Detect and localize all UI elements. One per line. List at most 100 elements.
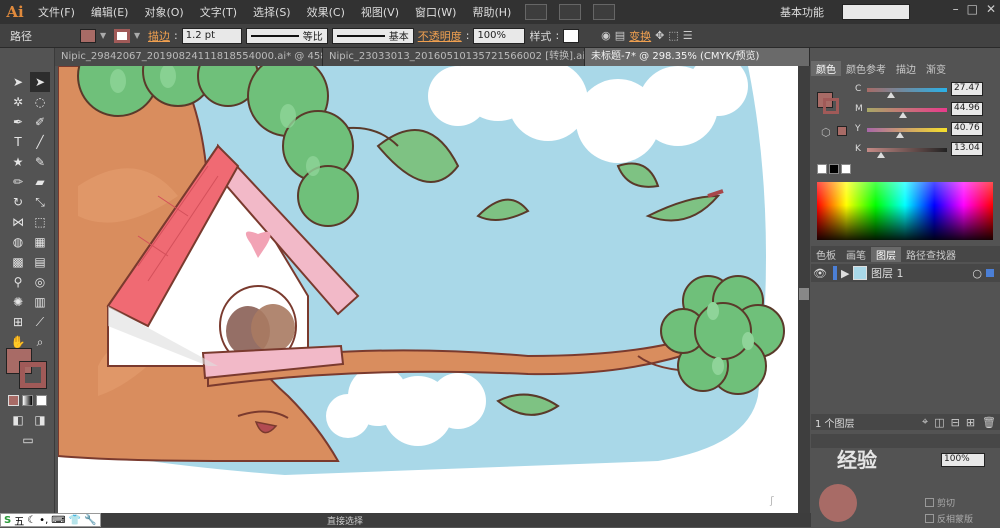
stroke-swatch[interactable] bbox=[114, 28, 130, 43]
black-swatch[interactable] bbox=[829, 164, 839, 174]
chevron-down-icon[interactable]: ▼ bbox=[100, 31, 110, 40]
clip-checkbox[interactable] bbox=[925, 498, 934, 507]
tab-pathfinder[interactable]: 路径查找器 bbox=[901, 247, 961, 262]
channel-m-field[interactable]: 44.96 bbox=[951, 102, 983, 116]
brush-definition[interactable]: 基本 bbox=[331, 27, 414, 44]
blend-tool-icon[interactable]: ◎ bbox=[30, 272, 50, 292]
tab-swatches[interactable]: 色板 bbox=[811, 247, 841, 262]
align-icon[interactable]: ▤ bbox=[615, 29, 625, 42]
recolor-icon[interactable]: ◉ bbox=[601, 29, 611, 42]
minimize-icon[interactable]: – bbox=[953, 2, 959, 16]
skin-icon[interactable]: 👕 bbox=[69, 515, 81, 526]
gradient-mode-button[interactable] bbox=[22, 395, 33, 406]
graph-tool-icon[interactable]: ▥ bbox=[30, 292, 50, 312]
settings-icon[interactable]: 🔧 bbox=[84, 515, 96, 526]
perspective-grid-icon[interactable]: ▦ bbox=[30, 232, 50, 252]
channel-c-track[interactable] bbox=[867, 88, 947, 92]
punctuation-icon[interactable]: •, bbox=[39, 515, 48, 526]
lasso-icon[interactable]: ◌ bbox=[30, 92, 50, 112]
paintbrush-icon[interactable]: ✎ bbox=[30, 152, 50, 172]
tab-layers[interactable]: 图层 bbox=[871, 246, 901, 262]
menu-window[interactable]: 窗口(W) bbox=[407, 4, 464, 20]
menu-edit[interactable]: 编辑(E) bbox=[83, 4, 137, 20]
scale-tool-icon[interactable]: ⤡ bbox=[30, 192, 50, 212]
gamut-swatch[interactable] bbox=[837, 126, 847, 136]
draw-mode-icon[interactable]: ◧ bbox=[8, 410, 28, 430]
none-mode-button[interactable] bbox=[36, 395, 47, 406]
artboard-canvas[interactable]: ʃ bbox=[58, 66, 798, 513]
star-tool-icon[interactable]: ★ bbox=[8, 152, 28, 172]
selection-options-icon[interactable]: ⬚ bbox=[668, 29, 678, 42]
tab-gradient[interactable]: 渐变 bbox=[921, 61, 951, 76]
selection-tool-icon[interactable]: ➤ bbox=[8, 72, 28, 92]
maximize-icon[interactable]: □ bbox=[967, 2, 978, 16]
vertical-scrollbar[interactable] bbox=[798, 66, 810, 513]
eyedropper-icon[interactable]: ⚲ bbox=[8, 272, 28, 292]
color-spectrum[interactable] bbox=[817, 182, 993, 240]
tab-document-3[interactable]: 未标题-7* @ 298.35% (CMYK/预览) bbox=[585, 48, 810, 66]
ime-mode-label[interactable]: 五 bbox=[14, 513, 24, 528]
opacity-field[interactable]: 100% bbox=[473, 27, 526, 44]
menu-view[interactable]: 视图(V) bbox=[353, 4, 407, 20]
close-icon[interactable]: ✕ bbox=[986, 2, 996, 16]
tab-document-2[interactable]: Nipic_23033013_20160510135721566002 [转换]… bbox=[323, 48, 585, 66]
channel-m-thumb[interactable] bbox=[899, 112, 907, 118]
pencil-icon[interactable]: ✏ bbox=[8, 172, 28, 192]
keyboard-icon[interactable]: ⌨ bbox=[51, 515, 65, 526]
gpu-performance-icon[interactable] bbox=[593, 4, 616, 20]
channel-k-thumb[interactable] bbox=[877, 152, 885, 158]
ime-logo-icon[interactable]: S bbox=[4, 515, 11, 526]
menu-select[interactable]: 选择(S) bbox=[245, 4, 299, 20]
type-tool-icon[interactable]: T bbox=[8, 132, 28, 152]
magic-wand-icon[interactable]: ✲ bbox=[8, 92, 28, 112]
variable-width-profile[interactable]: 等比 bbox=[245, 27, 328, 44]
delete-layer-icon[interactable]: 🗑 bbox=[982, 416, 996, 429]
transform-link[interactable]: 变换 bbox=[629, 28, 651, 44]
screen-mode-icon[interactable]: ▭ bbox=[18, 430, 38, 450]
stroke-weight-field[interactable]: 1.2 pt bbox=[181, 27, 242, 44]
workspace-switcher[interactable]: 基本功能 bbox=[780, 4, 824, 20]
invert-mask-checkbox[interactable] bbox=[925, 514, 934, 523]
channel-c-field[interactable]: 27.47 bbox=[951, 82, 983, 96]
tab-document-1[interactable]: Nipic_29842067_20190824111818554000.ai* … bbox=[55, 48, 323, 66]
isolate-icon[interactable]: ✥ bbox=[655, 29, 664, 42]
transparency-opacity-field[interactable]: 100% bbox=[941, 453, 985, 467]
opacity-label[interactable]: 不透明度 bbox=[418, 28, 462, 44]
draw-behind-icon[interactable]: ◨ bbox=[30, 410, 50, 430]
menu-effect[interactable]: 效果(C) bbox=[299, 4, 353, 20]
slice-tool-icon[interactable]: ⟋ bbox=[30, 312, 50, 332]
new-sublayer-icon[interactable]: ⊟ bbox=[951, 416, 960, 429]
tab-stroke[interactable]: 描边 bbox=[891, 61, 921, 76]
channel-y-thumb[interactable] bbox=[896, 132, 904, 138]
locate-object-icon[interactable]: ⌖ bbox=[922, 415, 928, 429]
pen-tool-icon[interactable]: ✒ bbox=[8, 112, 28, 132]
line-tool-icon[interactable]: ╱ bbox=[30, 132, 50, 152]
bridge-icon[interactable] bbox=[525, 4, 548, 20]
stroke-color-box[interactable] bbox=[19, 361, 47, 389]
tab-color[interactable]: 颜色 bbox=[811, 60, 841, 76]
new-layer-icon[interactable]: ⊞ bbox=[966, 416, 975, 429]
layer-row[interactable]: 👁 ▶ 图层 1 ○ bbox=[811, 264, 1000, 282]
graphic-style-swatch[interactable] bbox=[563, 28, 580, 43]
tab-color-guide[interactable]: 颜色参考 bbox=[841, 61, 891, 76]
scroll-thumb[interactable] bbox=[799, 288, 809, 300]
mesh-tool-icon[interactable]: ▩ bbox=[8, 252, 28, 272]
channel-y-field[interactable]: 40.76 bbox=[951, 122, 983, 136]
arrange-documents-icon[interactable] bbox=[559, 4, 582, 20]
moon-icon[interactable]: ☾ bbox=[27, 515, 36, 526]
layer-name[interactable]: 图层 1 bbox=[871, 265, 972, 281]
rotate-tool-icon[interactable]: ↻ bbox=[8, 192, 28, 212]
channel-k-field[interactable]: 13.04 bbox=[951, 142, 983, 156]
none-swatch[interactable] bbox=[817, 164, 827, 174]
shape-builder-icon[interactable]: ◍ bbox=[8, 232, 28, 252]
menu-help[interactable]: 帮助(H) bbox=[464, 4, 519, 20]
curvature-tool-icon[interactable]: ✐ bbox=[30, 112, 50, 132]
zoom-tool-icon[interactable]: ⌕ bbox=[30, 332, 50, 352]
color-mode-button[interactable] bbox=[8, 395, 19, 406]
channel-y-track[interactable] bbox=[867, 128, 947, 132]
panel-menu-icon[interactable]: ☰ bbox=[683, 29, 693, 42]
panel-stroke-swatch[interactable] bbox=[823, 98, 839, 114]
free-transform-icon[interactable]: ⬚ bbox=[30, 212, 50, 232]
fill-swatch[interactable] bbox=[80, 28, 96, 43]
width-tool-icon[interactable]: ⋈ bbox=[8, 212, 28, 232]
